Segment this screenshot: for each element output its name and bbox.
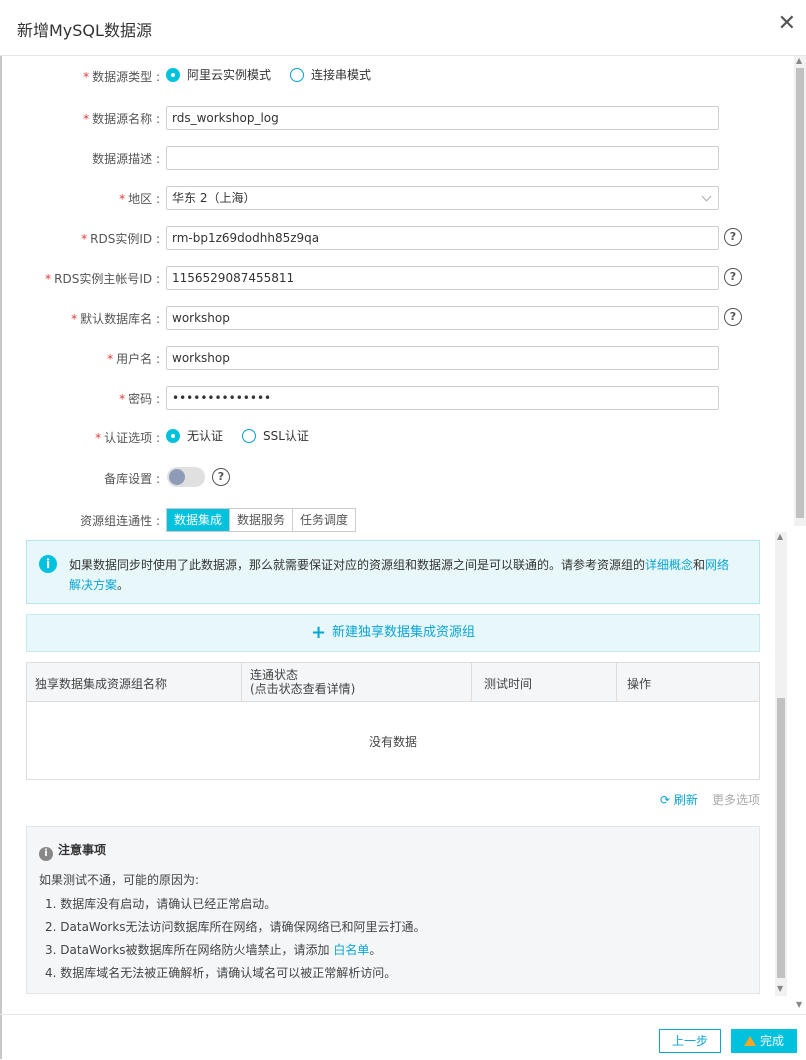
rds-account-row: * RDS实例主帐号ID : 1156529087455811 ?: [0, 266, 806, 290]
warning-icon: [743, 1036, 756, 1046]
list-item: 1. 数据库没有启动，请确认已经正常启动。: [45, 897, 277, 911]
info-icon: i: [39, 847, 53, 861]
user-label: 用户名 :: [116, 352, 160, 366]
connectivity-tabs: 数据集成 数据服务 任务调度: [166, 508, 357, 532]
tab-data-integration[interactable]: 数据集成: [167, 509, 231, 531]
name-row: * 数据源名称 : rds_workshop_log: [0, 106, 806, 130]
radio-checked-icon[interactable]: [166, 428, 180, 443]
radio-instance-mode-label: 阿里云实例模式: [187, 68, 272, 82]
radio-checked-icon[interactable]: [166, 67, 180, 82]
user-row: * 用户名 : workshop: [0, 346, 806, 370]
dialog-title: 新增MySQL数据源: [17, 21, 152, 40]
help-icon[interactable]: ?: [724, 268, 742, 286]
done-button[interactable]: 完成: [731, 1029, 797, 1053]
connectivity-row: 资源组连通性 : 数据集成 数据服务 任务调度: [0, 508, 806, 532]
rds-id-row: * RDS实例ID : rm-bp1z69dodhh85z9qa ?: [0, 226, 806, 250]
notes-subtitle: 如果测试不通，可能的原因为:: [39, 873, 200, 887]
info-notice-text: 如果数据同步时使用了此数据源，那么就需要保证对应的资源组和数据源之间是可以联通的…: [69, 558, 730, 592]
backup-row: 备库设置 : ?: [0, 466, 806, 490]
info-notice: i 如果数据同步时使用了此数据源，那么就需要保证对应的资源组和数据源之间是可以联…: [26, 540, 760, 604]
radio-no-auth-label: 无认证: [187, 429, 224, 443]
radio-unchecked-icon[interactable]: [242, 428, 256, 443]
scrollbar-thumb[interactable]: [777, 698, 785, 978]
region-value: 华东 2（上海）: [172, 191, 256, 205]
radio-ssl-auth-label: SSL认证: [263, 429, 309, 443]
col-test-time: 测试时间: [472, 663, 617, 701]
inner-scrollbar[interactable]: ▲ ▼: [775, 532, 787, 996]
radio-unchecked-icon[interactable]: [290, 67, 304, 82]
radio-connection-string-label: 连接串模式: [311, 68, 372, 82]
info-icon: i: [39, 555, 57, 573]
scroll-down-icon[interactable]: ▼: [796, 1000, 802, 1009]
rds-account-input[interactable]: 1156529087455811: [166, 266, 719, 290]
more-options-button[interactable]: 更多选项: [712, 791, 760, 808]
resource-group-table: 独享数据集成资源组名称 连通状态 (点击状态查看详情) 测试时间 操作 没有数据: [26, 662, 760, 780]
region-select[interactable]: 华东 2（上海）: [166, 186, 719, 210]
new-resource-group-button[interactable]: + 新建独享数据集成资源组: [26, 614, 760, 652]
dialog-header: 新增MySQL数据源 ✕: [0, 0, 806, 56]
whitelist-link[interactable]: 白名单: [333, 943, 369, 957]
rds-id-input[interactable]: rm-bp1z69dodhh85z9qa: [166, 226, 719, 250]
connectivity-label: 资源组连通性 :: [80, 514, 160, 528]
password-row: * 密码 : ••••••••••••••: [0, 386, 806, 410]
refresh-button[interactable]: ⟳ 刷新: [660, 791, 698, 808]
tab-task-scheduling[interactable]: 任务调度: [293, 509, 355, 531]
rds-account-label: RDS实例主帐号ID :: [54, 272, 160, 286]
radio-connection-string-mode[interactable]: 连接串模式: [290, 66, 371, 83]
backup-toggle[interactable]: [167, 467, 205, 487]
notes-title: 注意事项: [58, 843, 107, 857]
table-empty-text: 没有数据: [368, 735, 417, 749]
prev-step-button[interactable]: 上一步: [659, 1029, 721, 1053]
scroll-up-icon[interactable]: ▲: [777, 532, 783, 541]
close-icon[interactable]: ✕: [778, 12, 796, 36]
col-status: 连通状态 (点击状态查看详情): [242, 663, 472, 701]
source-type-row: * 数据源类型 : 阿里云实例模式 连接串模式: [83, 66, 372, 84]
col-group-name: 独享数据集成资源组名称: [27, 663, 242, 701]
list-item: 4. 数据库域名无法被正确解析，请确认域名可以被正常解析访问。: [45, 966, 397, 980]
name-label: 数据源名称 :: [92, 112, 160, 126]
radio-instance-mode[interactable]: 阿里云实例模式: [166, 66, 271, 83]
rds-id-label: RDS实例ID :: [90, 232, 160, 246]
db-name-input[interactable]: workshop: [166, 306, 719, 330]
radio-no-auth[interactable]: 无认证: [166, 427, 223, 444]
desc-input[interactable]: [166, 146, 719, 170]
backup-label: 备库设置 :: [104, 472, 160, 486]
plus-icon: +: [310, 622, 327, 643]
desc-label: 数据源描述 :: [92, 152, 160, 166]
radio-ssl-auth[interactable]: SSL认证: [242, 427, 309, 444]
scroll-up-icon[interactable]: ▲: [796, 56, 802, 65]
outer-scrollbar[interactable]: ▲: [794, 56, 806, 526]
auth-label: 认证选项 :: [104, 431, 160, 445]
help-icon[interactable]: ?: [724, 308, 742, 326]
region-row: * 地区 : 华东 2（上海）: [0, 186, 806, 210]
tab-data-service[interactable]: 数据服务: [230, 509, 294, 531]
db-name-row: * 默认数据库名 : workshop ?: [0, 306, 806, 330]
auth-row: * 认证选项 : 无认证 SSL认证: [95, 427, 309, 445]
list-item: 3. DataWorks被数据库所在网络防火墙禁止，请添加 白名单。: [45, 943, 382, 957]
notes-panel: i 注意事项 如果测试不通，可能的原因为: 1. 数据库没有启动，请确认已经正常启…: [26, 826, 760, 994]
help-icon[interactable]: ?: [212, 468, 230, 486]
password-label: 密码 :: [128, 392, 160, 406]
db-name-label: 默认数据库名 :: [80, 312, 160, 326]
password-input[interactable]: ••••••••••••••: [166, 386, 719, 410]
refresh-icon: ⟳: [660, 793, 671, 807]
list-item: 2. DataWorks无法访问数据库所在网络，请确保网络已和阿里云打通。: [45, 920, 426, 934]
col-actions: 操作: [627, 677, 652, 691]
desc-row: 数据源描述 :: [0, 146, 806, 170]
source-type-label: 数据源类型 :: [92, 70, 160, 84]
scrollbar-thumb[interactable]: [796, 68, 804, 518]
region-label: 地区 :: [128, 192, 160, 206]
scroll-down-icon[interactable]: ▼: [777, 984, 783, 993]
user-input[interactable]: workshop: [166, 346, 719, 370]
detail-concept-link[interactable]: 详细概念: [645, 558, 693, 572]
help-icon[interactable]: ?: [724, 228, 742, 246]
name-input[interactable]: rds_workshop_log: [166, 106, 719, 130]
table-header: 独享数据集成资源组名称 连通状态 (点击状态查看详情) 测试时间 操作: [27, 663, 759, 702]
